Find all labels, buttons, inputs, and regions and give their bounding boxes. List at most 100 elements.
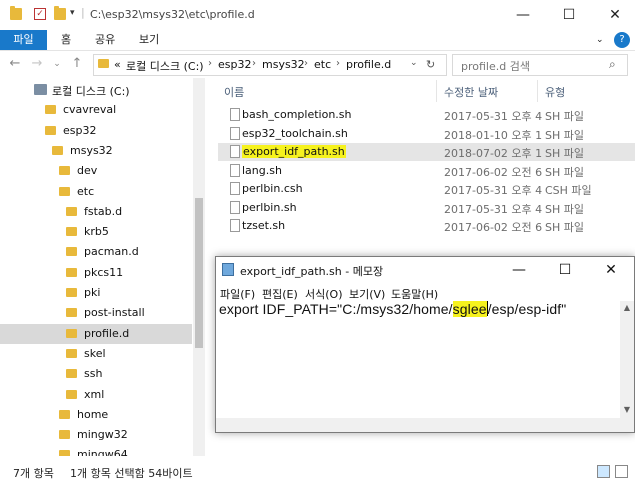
- tab-home[interactable]: 홈: [61, 30, 71, 50]
- folder-icon: [10, 6, 22, 20]
- sidebar-item[interactable]: mingw32: [0, 425, 192, 445]
- file-row[interactable]: bash_completion.sh 2017-05-31 오후 4 SH 파일: [218, 106, 635, 124]
- sidebar-item[interactable]: fstab.d: [0, 202, 192, 222]
- content-after: /esp/esp-idf": [487, 301, 567, 317]
- sidebar-item-label: pacman.d: [84, 245, 139, 259]
- breadcrumb-etc[interactable]: etc: [314, 58, 331, 71]
- sidebar-item[interactable]: cvavreval: [0, 100, 192, 120]
- properties-icon[interactable]: ✓: [34, 8, 46, 20]
- new-folder-icon[interactable]: [54, 6, 66, 20]
- minimize-button[interactable]: —: [500, 0, 546, 30]
- file-row[interactable]: tzset.sh 2017-06-02 오전 6 SH 파일: [218, 217, 635, 235]
- column-divider[interactable]: [537, 80, 538, 102]
- large-icons-view-icon[interactable]: [615, 465, 628, 478]
- forward-arrow-icon[interactable]: →: [28, 55, 46, 73]
- refresh-icon[interactable]: ↻: [426, 58, 435, 71]
- column-header-date[interactable]: 수정한 날짜: [444, 84, 498, 100]
- sidebar-item[interactable]: home: [0, 405, 192, 425]
- sidebar-item[interactable]: msys32: [0, 141, 192, 161]
- sidebar-item[interactable]: dev: [0, 161, 192, 181]
- notepad-horizontal-scrollbar[interactable]: [216, 418, 620, 432]
- item-count: 7개 항목: [13, 467, 54, 480]
- file-icon: [230, 182, 240, 195]
- sidebar-item[interactable]: pkcs11: [0, 263, 192, 283]
- sidebar-item[interactable]: 로컬 디스크 (C:): [0, 80, 192, 100]
- address-bar[interactable]: « 로컬 디스크 (C:) › esp32 › msys32 › etc › p…: [93, 54, 447, 76]
- file-date: 2018-07-02 오후 1: [444, 147, 543, 160]
- sidebar-item[interactable]: mingw64: [0, 445, 192, 456]
- search-input[interactable]: profile.d 검색 ⌕: [452, 54, 628, 76]
- file-name: export_idf_path.sh: [242, 145, 346, 158]
- breadcrumb-profile-d[interactable]: profile.d: [346, 58, 391, 71]
- nav-scrollbar[interactable]: [193, 78, 205, 456]
- menu-file[interactable]: 파일(F): [220, 286, 255, 302]
- sidebar-item-label: krb5: [84, 225, 109, 239]
- chevron-right-icon[interactable]: ›: [252, 58, 256, 69]
- sidebar-item[interactable]: etc: [0, 182, 192, 202]
- file-icon: [230, 163, 240, 177]
- file-row[interactable]: perlbin.sh 2017-05-31 오후 4 SH 파일: [218, 199, 635, 217]
- sidebar-item-label: pki: [84, 286, 101, 299]
- folder-icon: [66, 348, 77, 358]
- tab-share[interactable]: 공유: [95, 30, 115, 50]
- breadcrumb-esp32[interactable]: esp32: [218, 58, 251, 71]
- chevron-right-icon[interactable]: ›: [336, 58, 340, 69]
- file-row[interactable]: perlbin.csh 2017-05-31 오후 4 CSH 파일: [218, 180, 635, 198]
- notepad-maximize-button[interactable]: ☐: [542, 257, 588, 283]
- notepad-minimize-button[interactable]: —: [496, 257, 542, 283]
- notepad-vertical-scrollbar[interactable]: ▲ ▼: [620, 301, 634, 432]
- chevron-down-icon[interactable]: ⌄: [596, 30, 604, 50]
- close-button[interactable]: ✕: [592, 0, 635, 30]
- file-icon: [230, 108, 240, 121]
- sidebar-item[interactable]: xml: [0, 385, 192, 405]
- sidebar-item[interactable]: esp32: [0, 121, 192, 141]
- up-arrow-icon[interactable]: ↑: [68, 55, 86, 73]
- sidebar-item[interactable]: pki: [0, 283, 192, 303]
- recent-locations-icon[interactable]: ⌄: [48, 55, 66, 73]
- search-icon[interactable]: ⌕: [609, 57, 616, 72]
- scroll-down-arrow-icon[interactable]: ▼: [620, 405, 634, 414]
- breadcrumb-msys32[interactable]: msys32: [262, 58, 305, 71]
- file-row[interactable]: lang.sh 2017-06-02 오전 6 SH 파일: [218, 162, 635, 180]
- menu-view[interactable]: 보기(V): [349, 286, 385, 302]
- help-icon[interactable]: ?: [614, 32, 630, 48]
- file-row[interactable]: esp32_toolchain.sh 2018-01-10 오후 1 SH 파일: [218, 125, 635, 143]
- chevron-right-icon[interactable]: ›: [304, 58, 308, 69]
- column-header-name[interactable]: 이름: [224, 84, 244, 100]
- details-view-icon[interactable]: [597, 465, 610, 478]
- breadcrumb-overflow[interactable]: «: [114, 58, 121, 71]
- sidebar-item[interactable]: profile.d: [0, 323, 192, 344]
- sidebar-item[interactable]: pacman.d: [0, 242, 192, 262]
- column-divider[interactable]: [436, 80, 437, 102]
- breadcrumb-local-disk[interactable]: 로컬 디스크 (C:): [126, 58, 204, 74]
- notepad-content[interactable]: export IDF_PATH="C:/msys32/home/sglee/es…: [219, 301, 566, 317]
- menu-edit[interactable]: 편집(E): [262, 286, 298, 302]
- tab-view[interactable]: 보기: [139, 30, 159, 50]
- scrollbar-thumb[interactable]: [195, 198, 203, 348]
- sidebar-item[interactable]: ssh: [0, 364, 192, 384]
- scroll-up-arrow-icon[interactable]: ▲: [620, 303, 634, 312]
- file-date: 2017-05-31 오후 4: [444, 202, 543, 216]
- menu-format[interactable]: 서식(O): [305, 286, 342, 302]
- notepad-text-area[interactable]: export IDF_PATH="C:/msys32/home/sglee/es…: [216, 301, 620, 418]
- back-arrow-icon[interactable]: ←: [6, 55, 24, 73]
- title-separator: |: [81, 6, 85, 19]
- title-bar: ✓ ▾ | C:\esp32\msys32\etc\profile.d — ☐ …: [0, 0, 635, 30]
- content-before: export IDF_PATH="C:/msys32/home/: [219, 301, 453, 317]
- notepad-close-button[interactable]: ✕: [588, 257, 634, 283]
- menu-help[interactable]: 도움말(H): [391, 286, 438, 302]
- sidebar-item[interactable]: post-install: [0, 303, 192, 323]
- notepad-window: export_idf_path.sh - 메모장 — ☐ ✕ 파일(F) 편집(…: [215, 256, 635, 433]
- folder-icon: [66, 389, 77, 399]
- sidebar-item[interactable]: krb5: [0, 222, 192, 242]
- sidebar-item[interactable]: skel: [0, 344, 192, 364]
- sidebar-item-label: pkcs11: [84, 265, 124, 279]
- sidebar-item-label: mingw32: [77, 428, 128, 442]
- sidebar-item-label: home: [77, 407, 109, 421]
- tab-file[interactable]: 파일: [0, 30, 47, 50]
- chevron-right-icon[interactable]: ›: [208, 58, 212, 69]
- file-row[interactable]: export_idf_path.sh 2018-07-02 오후 1 SH 파일: [218, 143, 635, 161]
- address-dropdown-icon[interactable]: ⌄: [410, 58, 418, 68]
- maximize-button[interactable]: ☐: [546, 0, 592, 30]
- column-header-type[interactable]: 유형: [545, 84, 565, 100]
